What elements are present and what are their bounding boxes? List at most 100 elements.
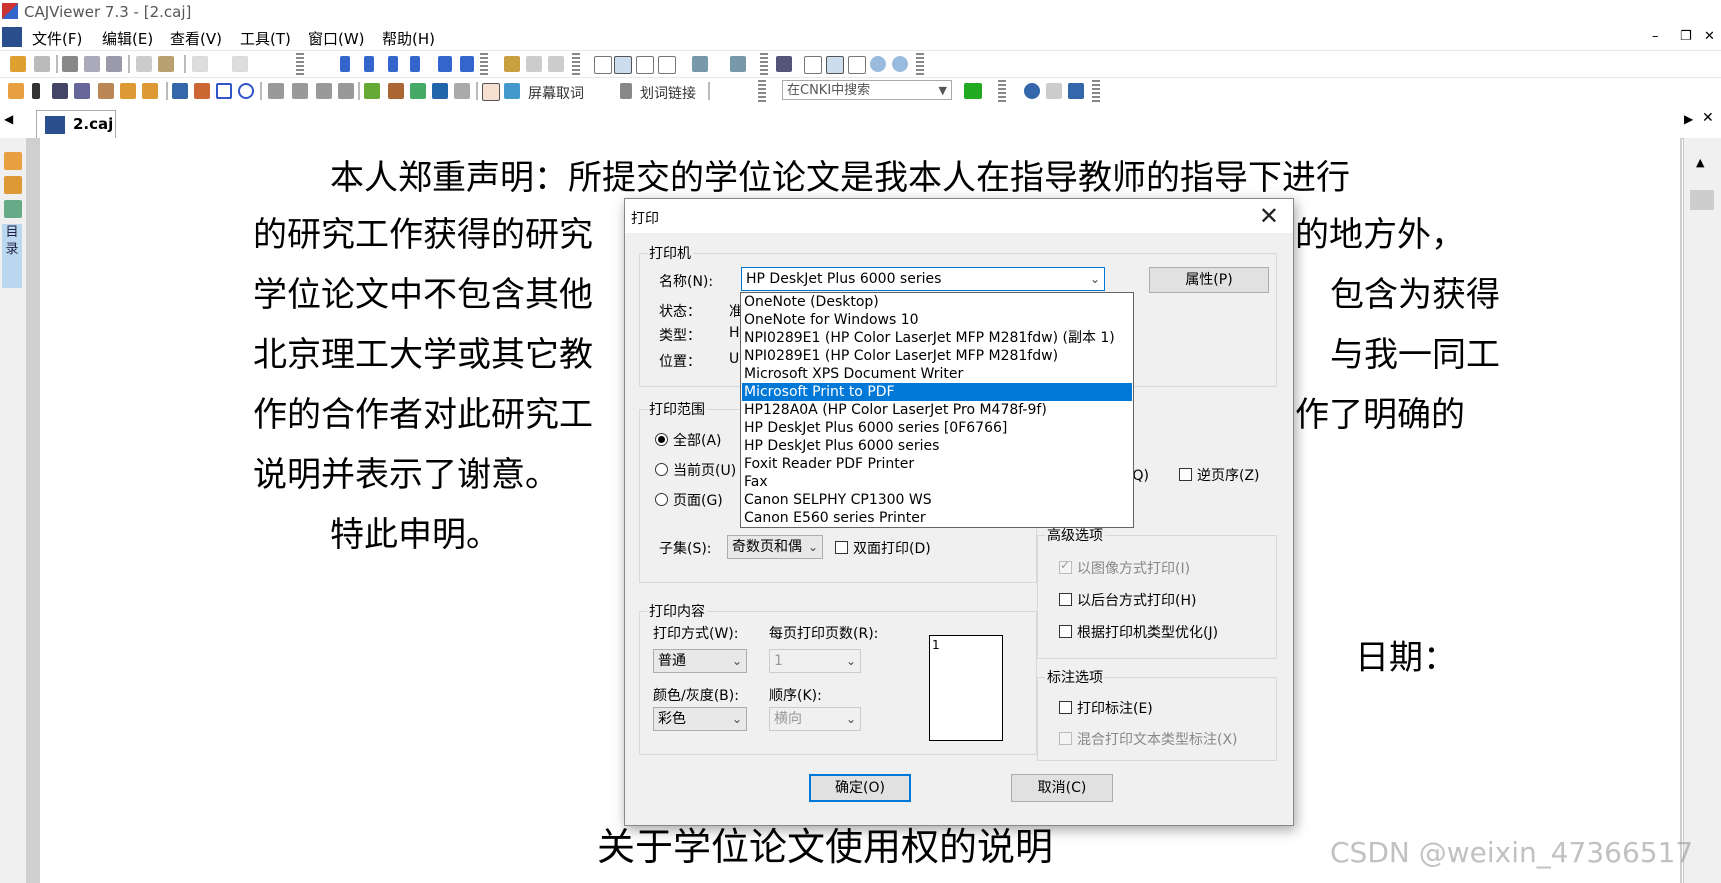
image-print-label[interactable]: 以图像方式打印(I) (1077, 558, 1190, 578)
underline-icon[interactable] (410, 83, 426, 99)
strike-icon[interactable] (292, 83, 308, 99)
toolbar-grip[interactable] (758, 80, 766, 102)
printer-option[interactable]: Canon E560 series Printer (742, 509, 1132, 527)
last-page-icon[interactable] (410, 56, 420, 72)
document-icon[interactable] (2, 27, 22, 47)
menu-edit[interactable]: 编辑(E) (102, 28, 153, 49)
mixed-annotation-label[interactable]: 混合打印文本类型标注(X) (1077, 729, 1238, 749)
info-icon[interactable] (1046, 83, 1062, 99)
layout-icon[interactable] (692, 56, 708, 72)
web-icon[interactable] (1068, 83, 1084, 99)
menu-tools[interactable]: 工具(T) (240, 28, 291, 49)
text-annotate-icon[interactable] (364, 83, 380, 99)
redo-icon[interactable] (232, 56, 248, 72)
attach-icon[interactable] (316, 83, 332, 99)
printer-option[interactable]: Foxit Reader PDF Printer (742, 455, 1132, 473)
toolbar-grip[interactable] (998, 80, 1006, 102)
save-icon[interactable] (34, 56, 50, 72)
menu-help[interactable]: 帮助(H) (382, 28, 435, 49)
printer-option[interactable]: Canon SELPHY CP1300 WS (742, 491, 1132, 509)
ok-button[interactable]: 确定(O) (809, 774, 911, 802)
continuous-page-icon[interactable] (614, 56, 632, 74)
zoom-out-icon[interactable] (870, 56, 886, 72)
menu-view[interactable]: 查看(V) (170, 28, 222, 49)
image-select-icon[interactable] (74, 83, 90, 99)
eraser-icon[interactable] (268, 83, 284, 99)
pages-per-sheet-select[interactable]: 1 ⌄ (769, 649, 861, 673)
printer-option[interactable]: Microsoft XPS Document Writer (742, 365, 1132, 383)
print-mode-select[interactable]: 普通 ⌄ (653, 649, 747, 673)
optimize-checkbox[interactable] (1059, 625, 1072, 638)
toolbar-grip[interactable] (760, 53, 768, 75)
annotation-panel-icon[interactable] (4, 152, 22, 170)
range-all-radio[interactable] (655, 433, 668, 446)
range-current-radio[interactable] (655, 463, 668, 476)
hand-tool-icon[interactable] (8, 83, 24, 99)
close-icon[interactable]: ✕ (1704, 29, 1715, 44)
highlight-icon[interactable] (120, 83, 136, 99)
chevron-down-icon[interactable]: ▼ (939, 81, 947, 101)
printer-option[interactable]: HP DeskJet Plus 6000 series (742, 437, 1132, 455)
cancel-button[interactable]: 取消(C) (1011, 774, 1113, 802)
paste-icon[interactable] (158, 56, 174, 72)
previous-page-icon[interactable] (364, 56, 374, 72)
print-preview-icon[interactable] (84, 56, 100, 72)
word-link-label[interactable]: 划词链接 (640, 83, 696, 103)
word-select-icon[interactable] (482, 83, 500, 101)
scrollbar-thumb[interactable] (1690, 190, 1714, 210)
printer-option[interactable]: OneNote (Desktop) (742, 293, 1132, 311)
word-link-icon[interactable] (620, 83, 632, 99)
actual-size-icon[interactable] (804, 56, 822, 74)
restore-icon[interactable]: ❐ (1680, 29, 1692, 44)
range-pages-label[interactable]: 页面(G) (673, 490, 723, 510)
open-icon[interactable] (10, 56, 26, 72)
rotate-right-icon[interactable] (548, 56, 564, 72)
range-pages-radio[interactable] (655, 493, 668, 506)
ellipse-icon[interactable] (238, 83, 254, 99)
properties-button[interactable]: 属性(P) (1149, 267, 1269, 293)
scan-icon[interactable] (106, 56, 122, 72)
print-annotation-checkbox[interactable] (1059, 701, 1072, 714)
undo-icon[interactable] (192, 56, 208, 72)
single-page-icon[interactable] (594, 56, 612, 74)
go-search-icon[interactable] (964, 83, 982, 99)
subset-select[interactable]: 奇数页和偶 ⌄ (727, 535, 823, 559)
anchor-icon[interactable] (432, 83, 448, 99)
rotate-left-icon[interactable] (526, 56, 542, 72)
forward-icon[interactable] (460, 56, 474, 72)
tab-scroll-left-icon[interactable]: ◀ (4, 112, 13, 126)
tab-close-icon[interactable]: ✕ (1702, 110, 1714, 126)
menu-window[interactable]: 窗口(W) (308, 28, 365, 49)
screen-fetch-icon[interactable] (504, 83, 520, 99)
fit-width-icon[interactable] (848, 56, 866, 74)
sound-icon[interactable] (338, 83, 354, 99)
vertical-scrollbar[interactable]: ▲ (1683, 138, 1721, 883)
thumbnail-panel-icon[interactable] (4, 200, 22, 218)
scroll-up-icon[interactable]: ▲ (1696, 156, 1704, 169)
rectangle-icon[interactable] (216, 83, 232, 99)
reverse-order-checkbox[interactable] (1179, 468, 1192, 481)
first-page-icon[interactable] (340, 56, 350, 72)
help-icon[interactable] (1024, 83, 1040, 99)
printer-option[interactable]: OneNote for Windows 10 (742, 311, 1132, 329)
minimize-icon[interactable]: – (1652, 29, 1659, 44)
image-print-checkbox[interactable] (1059, 558, 1072, 574)
toc-tab[interactable]: 目录 (2, 224, 22, 288)
marker-icon[interactable] (194, 83, 210, 99)
background-print-label[interactable]: 以后台方式打印(H) (1077, 590, 1196, 610)
printer-option[interactable]: Fax (742, 473, 1132, 491)
tab-2-caj[interactable]: 2.caj (36, 110, 116, 139)
zoom-in-icon[interactable] (892, 56, 908, 72)
printer-option[interactable]: HP DeskJet Plus 6000 series [0F6766] (742, 419, 1132, 437)
mixed-annotation-checkbox[interactable] (1059, 732, 1072, 745)
menu-file[interactable]: 文件(F) (32, 28, 82, 49)
range-current-label[interactable]: 当前页(U) (673, 460, 736, 480)
toolbar-grip[interactable] (296, 53, 304, 75)
fit-page-icon[interactable] (826, 56, 844, 74)
select-mode-icon[interactable] (730, 56, 746, 72)
toolbar-grip[interactable] (916, 53, 924, 75)
optimize-label[interactable]: 根据打印机类型优化(J) (1077, 622, 1218, 642)
toolbar-grip[interactable] (1092, 80, 1100, 102)
note-panel-icon[interactable] (4, 176, 22, 194)
toolbar-grip[interactable] (572, 53, 580, 75)
